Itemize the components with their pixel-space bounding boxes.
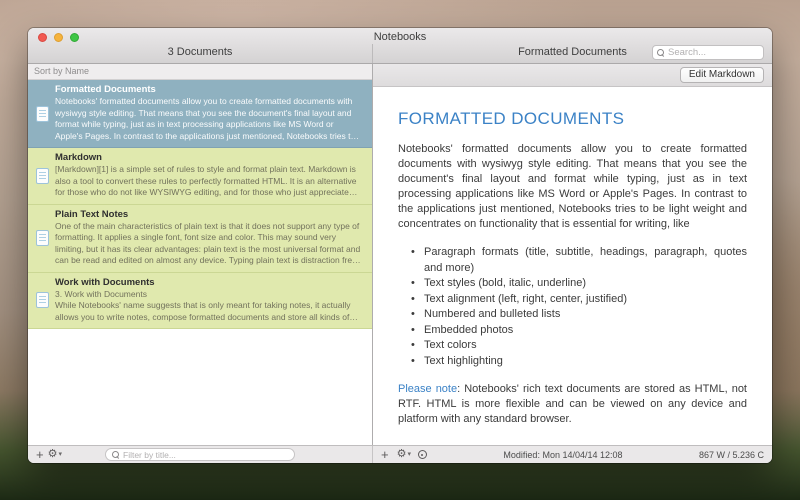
action-gear-icon[interactable]: ⚙▾	[397, 449, 411, 460]
desktop-wallpaper: Notebooks 3 Documents Formatted Document…	[0, 0, 800, 500]
list-item-title: Work with Documents	[55, 277, 362, 288]
feature-item: Paragraph formats (title, subtitle, head…	[411, 245, 747, 276]
feature-item: Text highlighting	[411, 354, 747, 370]
document-list-pane: Sort by Name Formatted DocumentsNotebook…	[28, 64, 373, 445]
document-icon	[36, 292, 49, 308]
list-item-preview: 3. Work with Documents While Notebooks' …	[55, 289, 362, 324]
window-title: Notebooks	[28, 31, 772, 43]
document-list: Formatted DocumentsNotebooks' formatted …	[28, 80, 372, 445]
feature-item: Numbered and bulleted lists	[411, 307, 747, 323]
status-bar: + ⚙▾ + ⚙▾ Modified: Mon 14/04/14 12:08 8…	[28, 445, 772, 463]
document-title: FORMATTED DOCUMENTS	[398, 109, 747, 129]
list-item-title: Formatted Documents	[55, 84, 362, 95]
document-view-pane: Edit Markdown FORMATTED DOCUMENTS Notebo…	[373, 64, 772, 445]
modified-timestamp: Modified: Mon 14/04/14 12:08	[431, 450, 695, 460]
feature-item: Text styles (bold, italic, underline)	[411, 276, 747, 292]
list-item-title: Plain Text Notes	[55, 209, 362, 220]
word-char-count: 867 W / 5.236 C	[699, 450, 764, 460]
add-document-icon[interactable]: +	[36, 449, 44, 460]
chevron-down-icon: ▾	[407, 449, 411, 460]
document-icon	[36, 230, 49, 246]
list-item-preview: One of the main characteristics of plain…	[55, 221, 362, 267]
document-icon	[36, 168, 49, 184]
feature-item: Text alignment (left, right, center, jus…	[411, 292, 747, 308]
inline-link[interactable]: Please note	[398, 383, 457, 395]
list-item-preview: [Markdown][1] is a simple set of rules t…	[55, 164, 362, 199]
list-item[interactable]: Formatted DocumentsNotebooks' formatted …	[28, 80, 372, 148]
chevron-down-icon: ▾	[58, 449, 62, 460]
search-icon	[657, 49, 665, 57]
search-field[interactable]	[652, 45, 764, 60]
list-item[interactable]: Markdown[Markdown][1] is a simple set of…	[28, 148, 372, 205]
filter-input[interactable]	[123, 450, 288, 460]
notebooks-window: Notebooks 3 Documents Formatted Document…	[28, 28, 772, 463]
document-actions-bar: Edit Markdown	[373, 64, 772, 87]
note-paragraph: Please note: Notebooks' rich text docume…	[398, 382, 747, 427]
add-icon[interactable]: +	[381, 449, 389, 460]
titlebar: Notebooks 3 Documents Formatted Document…	[28, 28, 772, 64]
feature-item: Embedded photos	[411, 323, 747, 339]
list-item-title: Markdown	[55, 152, 362, 163]
document-icon	[36, 106, 49, 122]
features-list: Paragraph formats (title, subtitle, head…	[398, 245, 747, 369]
list-toolbar: + ⚙▾	[28, 446, 373, 463]
document-content: FORMATTED DOCUMENTS Notebooks' formatted…	[373, 87, 772, 445]
document-intro: Notebooks' formatted documents allow you…	[398, 142, 747, 232]
sort-by-name-bar[interactable]: Sort by Name	[28, 64, 372, 80]
timer-icon[interactable]	[418, 450, 427, 459]
gear-icon[interactable]: ⚙▾	[48, 449, 62, 460]
list-item[interactable]: Plain Text NotesOne of the main characte…	[28, 205, 372, 273]
list-item-preview: Notebooks' formatted documents allow you…	[55, 96, 362, 142]
feature-item: Text colors	[411, 338, 747, 354]
left-pane-title: 3 Documents	[28, 44, 373, 63]
search-input[interactable]	[668, 47, 759, 58]
filter-search-icon	[112, 451, 120, 459]
right-pane-title: Formatted Documents	[518, 46, 627, 58]
edit-markdown-button[interactable]: Edit Markdown	[680, 67, 764, 83]
document-toolbar: + ⚙▾ Modified: Mon 14/04/14 12:08 867 W …	[373, 446, 772, 463]
filter-field[interactable]	[105, 448, 295, 461]
list-item[interactable]: Work with Documents3. Work with Document…	[28, 273, 372, 330]
